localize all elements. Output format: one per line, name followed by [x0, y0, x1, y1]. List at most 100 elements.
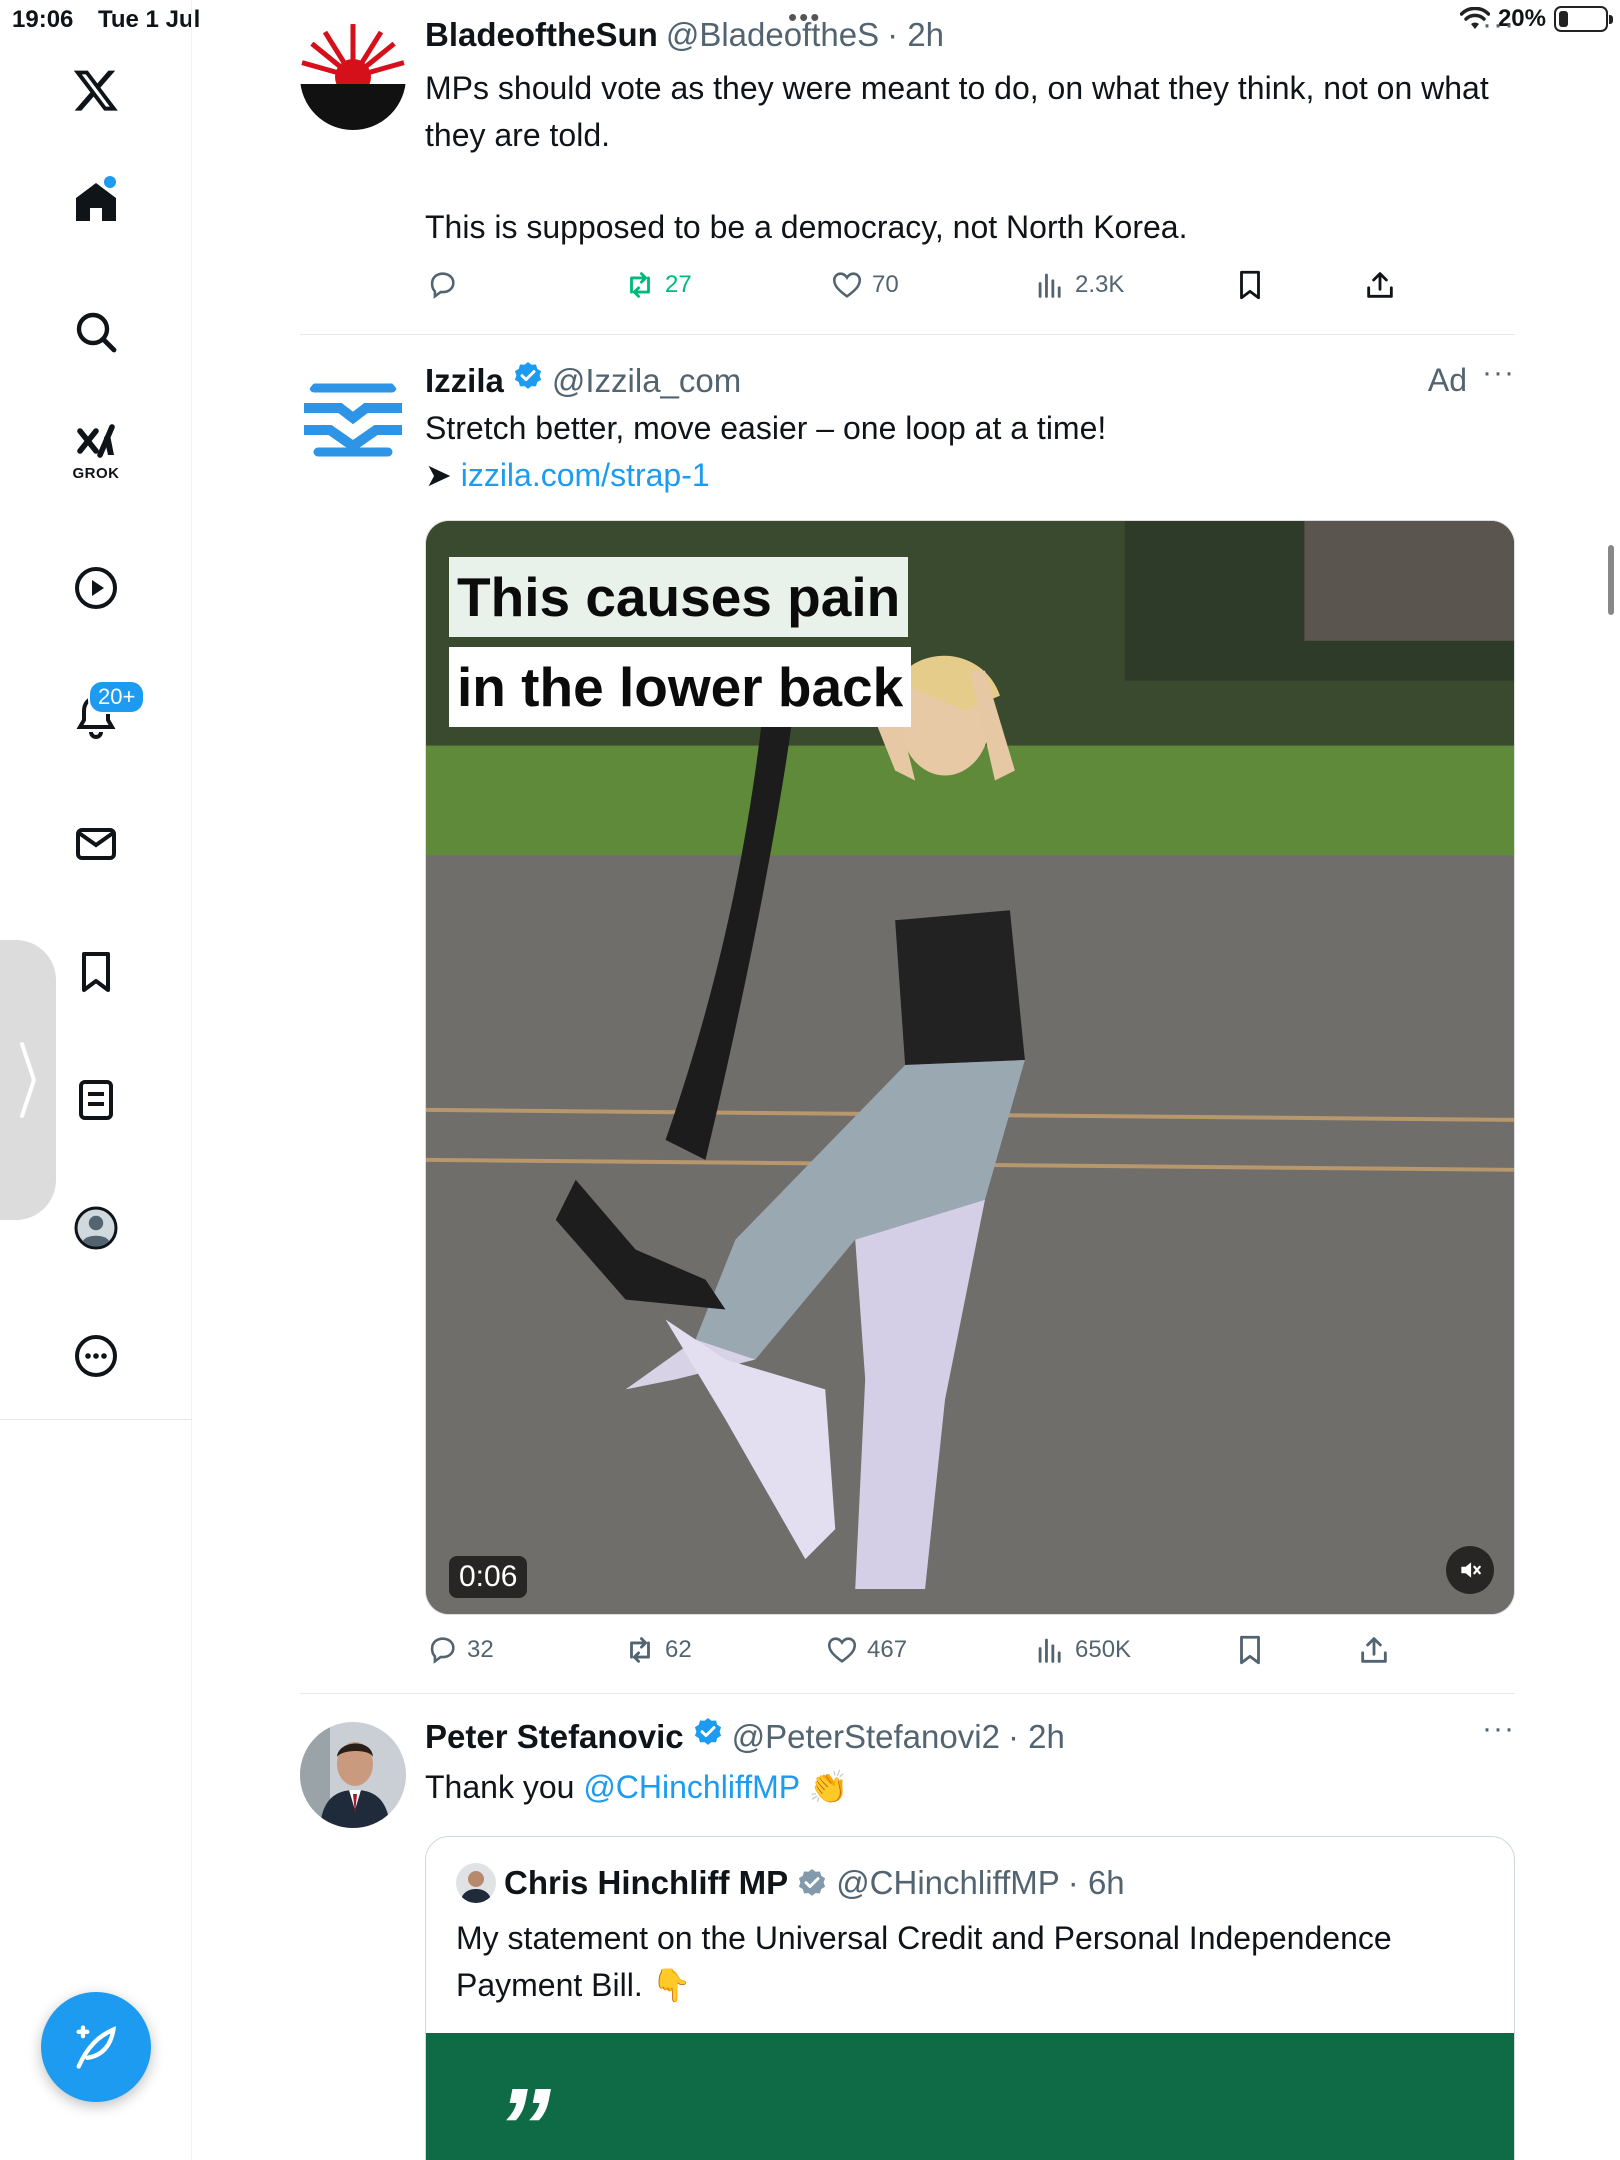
- more-icon: [75, 1335, 117, 1377]
- quoted-media-image[interactable]: ”: [426, 2033, 1514, 2160]
- slide-over-handle[interactable]: [0, 940, 56, 1220]
- author-handle[interactable]: @BladeoftheS: [666, 16, 879, 54]
- view-count: 650K: [1075, 1636, 1132, 1663]
- bookmark-button[interactable]: [1233, 268, 1267, 302]
- x-logo-icon[interactable]: [56, 50, 136, 130]
- author-handle[interactable]: @PeterStefanovi2: [732, 1718, 1000, 1756]
- home-unread-dot: [104, 176, 116, 188]
- grok-icon: [77, 424, 115, 458]
- speaker-muted-icon: [1461, 1562, 1481, 1578]
- share-icon: [1367, 272, 1393, 298]
- battery-icon: [1554, 6, 1613, 32]
- verified-badge-icon: [514, 362, 541, 389]
- like-count: 70: [872, 271, 899, 298]
- author-handle[interactable]: @Izzila_com: [552, 362, 741, 400]
- retweet-count: 27: [665, 271, 692, 298]
- tweet-text: Stretch better, move easier – one loop a…: [425, 405, 1515, 499]
- share-button[interactable]: [1363, 268, 1397, 302]
- grok-label: GROK: [72, 465, 120, 482]
- tweet-header: Peter Stefanovic @PeterStefanovi2 · 2h: [425, 1716, 1065, 1756]
- tweet-time[interactable]: · 2h: [1008, 1718, 1065, 1756]
- reply-button[interactable]: [425, 268, 467, 302]
- retweet-icon: [630, 272, 650, 298]
- reply-count: 32: [467, 1636, 494, 1663]
- nav-videos[interactable]: [56, 548, 136, 628]
- nav-notifications[interactable]: 20+: [56, 676, 146, 756]
- bookmark-button[interactable]: [1233, 1633, 1267, 1667]
- author-name[interactable]: BladeoftheSun: [425, 16, 658, 54]
- like-button[interactable]: 467: [825, 1633, 907, 1667]
- ad-label: Ad: [1427, 362, 1467, 398]
- verified-badge-icon: [694, 1718, 721, 1745]
- quoted-author-handle: @CHinchliffMP: [836, 1864, 1060, 1901]
- view-count: 2.3K: [1075, 271, 1125, 298]
- nav-home[interactable]: [56, 162, 136, 242]
- retweet-button[interactable]: 27: [623, 268, 692, 302]
- quoted-avatar: [456, 1863, 496, 1903]
- clap-emoji: 👏: [808, 1769, 849, 1805]
- tweet-text-line: Stretch better, move easier – one loop a…: [425, 410, 1107, 446]
- chevron-right-icon: [20, 1042, 37, 1118]
- reply-icon: [430, 272, 455, 299]
- views-chart-icon: [1038, 1638, 1061, 1663]
- views-button[interactable]: 650K: [1033, 1633, 1131, 1667]
- avatar[interactable]: [300, 24, 406, 130]
- notifications-badge: 20+: [88, 680, 146, 714]
- profile-icon: [74, 1206, 118, 1250]
- tweet-divider: [300, 1693, 1515, 1694]
- retweet-icon: [630, 1637, 650, 1663]
- scrollbar-thumb[interactable]: [1608, 545, 1614, 615]
- mute-button[interactable]: [1446, 1546, 1494, 1594]
- nav-more[interactable]: [56, 1316, 136, 1396]
- tweet-header: BladeoftheSun @BladeoftheS · 2h: [425, 16, 944, 54]
- video-player[interactable]: This causes pain in the lower back 0:06: [425, 520, 1515, 1615]
- reply-button[interactable]: 32: [425, 1633, 494, 1667]
- tweet-actions: 27 70 2.3K: [425, 268, 1515, 308]
- reply-icon: [430, 1637, 455, 1664]
- sidebar-divider: [0, 1419, 192, 1420]
- nav-explore[interactable]: [56, 292, 136, 372]
- play-icon: [75, 567, 117, 609]
- tweet-time[interactable]: · 2h: [887, 16, 944, 54]
- bookmark-icon: [1240, 270, 1260, 300]
- compose-button[interactable]: [41, 1992, 151, 2102]
- mention-link[interactable]: @CHinchliffMP: [583, 1769, 799, 1805]
- bookmark-icon: [82, 952, 110, 992]
- video-duration: 0:06: [449, 1556, 528, 1598]
- tweet-text-prefix: Thank you: [425, 1769, 584, 1805]
- share-button[interactable]: [1357, 1633, 1391, 1667]
- tweet-actions: 32 62 467 650K: [425, 1633, 1515, 1673]
- like-button[interactable]: 70: [830, 268, 899, 302]
- tweet-text-line: MPs should vote as they were meant to do…: [425, 70, 1489, 153]
- nav-grok[interactable]: GROK: [56, 412, 136, 492]
- retweet-count: 62: [665, 1636, 692, 1663]
- quoted-author-name: Chris Hinchliff MP: [504, 1864, 789, 1901]
- quoted-tweet[interactable]: Chris Hinchliff MP @CHinchliffMP · 6h My…: [425, 1836, 1515, 2160]
- tweet-divider: [300, 334, 1515, 335]
- author-name[interactable]: Izzila: [425, 362, 504, 400]
- quoted-tweet-time: · 6h: [1067, 1864, 1125, 1901]
- search-icon: [76, 312, 117, 353]
- tweet-text: Thank you @CHinchliffMP 👏: [425, 1764, 1515, 1811]
- nav-bookmarks[interactable]: [56, 932, 136, 1012]
- tweet-header: Izzila @Izzila_com: [425, 360, 741, 400]
- avatar[interactable]: [300, 366, 406, 472]
- more-options-icon[interactable]: ···: [1482, 8, 1515, 42]
- author-name[interactable]: Peter Stefanovic: [425, 1718, 684, 1756]
- mail-icon: [76, 828, 116, 860]
- list-icon: [79, 1080, 113, 1120]
- ad-link[interactable]: izzila.com/strap-1: [461, 457, 710, 493]
- avatar[interactable]: [300, 1722, 406, 1828]
- more-options-icon[interactable]: ···: [1482, 356, 1515, 390]
- nav-messages[interactable]: [56, 804, 136, 884]
- video-caption-line-2: in the lower back: [449, 647, 912, 727]
- nav-profile[interactable]: [56, 1188, 136, 1268]
- heart-icon: [832, 272, 862, 298]
- views-chart-icon: [1038, 273, 1061, 298]
- video-caption-line-1: This causes pain: [449, 557, 909, 637]
- more-options-icon[interactable]: ···: [1482, 1712, 1515, 1746]
- views-button[interactable]: 2.3K: [1033, 268, 1124, 302]
- nav-lists[interactable]: [56, 1060, 136, 1140]
- bookmark-icon: [1240, 1635, 1260, 1665]
- retweet-button[interactable]: 62: [623, 1633, 692, 1667]
